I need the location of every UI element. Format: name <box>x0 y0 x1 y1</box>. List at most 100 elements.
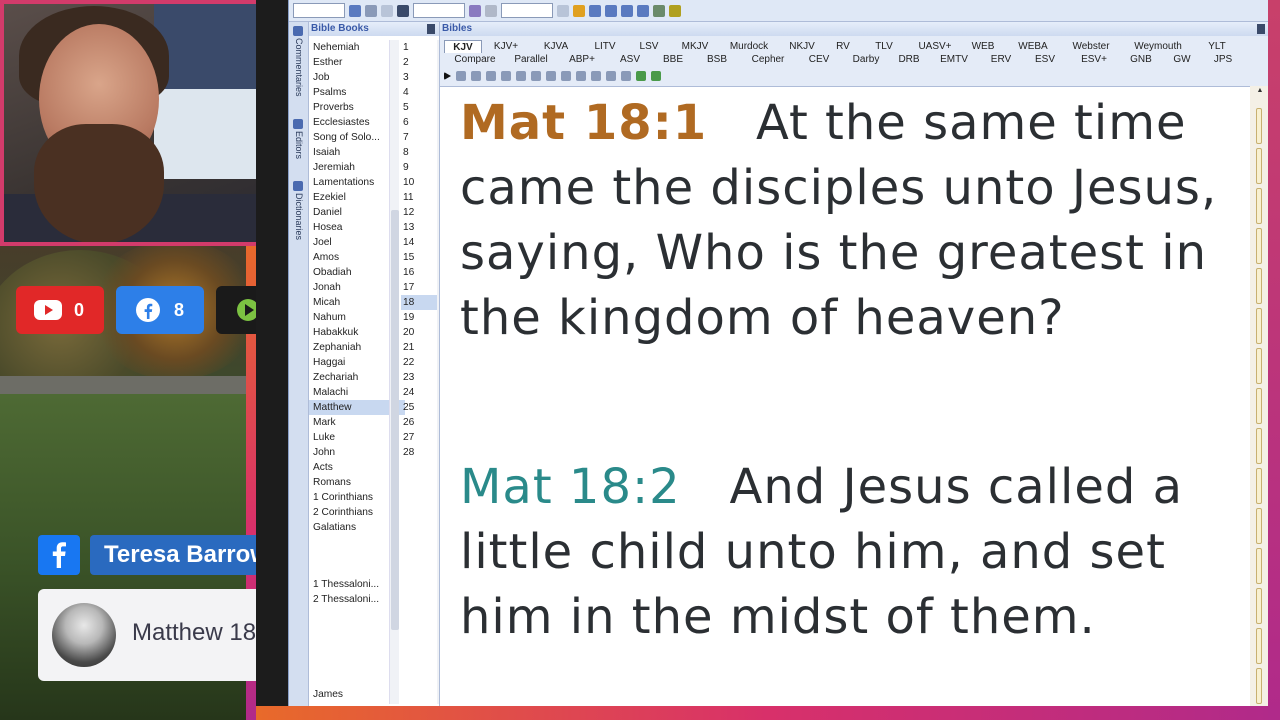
chapter-item[interactable]: 14 <box>401 235 439 250</box>
tab-editors[interactable]: Editors <box>291 117 307 169</box>
layout-icon[interactable] <box>637 4 649 17</box>
chapter-item[interactable]: 27 <box>401 430 439 445</box>
tab-translation[interactable]: ERV <box>980 53 1022 66</box>
chapter-item[interactable]: 7 <box>401 130 439 145</box>
tab-translation[interactable]: DRB <box>890 53 928 66</box>
chapter-item[interactable]: 25 <box>401 400 439 415</box>
chapter-item[interactable]: 18 <box>401 295 439 310</box>
chapter-item[interactable]: 10 <box>401 175 439 190</box>
pin-icon[interactable] <box>427 24 435 34</box>
chapter-item[interactable]: 23 <box>401 370 439 385</box>
tab-translation[interactable]: EMTV <box>928 53 980 66</box>
chapter-item[interactable]: 21 <box>401 340 439 355</box>
verse-reference[interactable]: Mat 18:2 <box>460 459 681 515</box>
search-icon[interactable] <box>397 4 409 17</box>
chapter-item[interactable]: 4 <box>401 85 439 100</box>
copy-icon[interactable] <box>531 71 541 81</box>
tab-translation[interactable]: ESV+ <box>1068 53 1120 66</box>
chapter-item[interactable]: 9 <box>401 160 439 175</box>
tab-translation[interactable]: WEB <box>962 40 1004 53</box>
picture-icon[interactable] <box>653 4 665 17</box>
tab-translation[interactable]: MKJV <box>670 40 720 53</box>
tab-translation[interactable]: GNB <box>1120 53 1162 66</box>
scroll-thumb[interactable] <box>391 210 399 630</box>
tab-translation[interactable]: KJV+ <box>482 40 530 53</box>
find-icon[interactable] <box>486 71 496 81</box>
book-selector[interactable] <box>293 3 345 18</box>
bookmark-marker[interactable] <box>1256 428 1262 464</box>
bookmark-marker[interactable] <box>1256 108 1262 144</box>
tab-translation[interactable]: Parallel <box>506 53 556 66</box>
zoom-icon[interactable] <box>621 71 631 81</box>
chapter-item[interactable]: 5 <box>401 100 439 115</box>
tab-translation[interactable]: GW <box>1162 53 1202 66</box>
browse-icon[interactable] <box>349 4 361 17</box>
pin-icon[interactable] <box>1257 24 1265 34</box>
tab-translation[interactable]: BSB <box>694 53 740 66</box>
chapter-item[interactable]: 3 <box>401 70 439 85</box>
tab-translation[interactable]: BBE <box>652 53 694 66</box>
layout-icon[interactable] <box>605 4 617 17</box>
tab-commentaries[interactable]: Commentaries <box>291 24 307 108</box>
format-icon[interactable] <box>591 71 601 81</box>
zoom-icon[interactable] <box>606 71 616 81</box>
bookmark-marker[interactable] <box>1256 508 1262 544</box>
tab-translation[interactable]: Weymouth <box>1120 40 1196 53</box>
go-icon[interactable] <box>557 4 569 17</box>
tab-translation[interactable]: UASV+ <box>908 40 962 53</box>
copy-icon[interactable] <box>546 71 556 81</box>
bookmark-marker[interactable] <box>1256 388 1262 424</box>
chapter-item[interactable]: 17 <box>401 280 439 295</box>
chapter-item[interactable]: 12 <box>401 205 439 220</box>
bookmark-marker[interactable] <box>1256 148 1262 184</box>
tab-translation[interactable]: ABP+ <box>556 53 608 66</box>
bookmark-marker[interactable] <box>1256 548 1262 584</box>
tab-translation[interactable]: Cepher <box>740 53 796 66</box>
layout-icon[interactable] <box>589 4 601 17</box>
link-icon[interactable] <box>469 4 481 17</box>
tab-translation[interactable]: LITV <box>582 40 628 53</box>
bookmark-marker[interactable] <box>1256 188 1262 224</box>
tab-translation[interactable]: RV <box>826 40 860 53</box>
tab-translation[interactable]: ESV <box>1022 53 1068 66</box>
tab-translation[interactable]: Compare <box>444 53 506 66</box>
chapter-item[interactable]: 22 <box>401 355 439 370</box>
verse-reference[interactable]: Mat 18:1 <box>460 95 707 151</box>
chapter-item[interactable]: 8 <box>401 145 439 160</box>
chapter-item[interactable]: 11 <box>401 190 439 205</box>
tab-translation[interactable]: ASV <box>608 53 652 66</box>
copy-icon[interactable] <box>501 71 511 81</box>
chapter-item[interactable]: 15 <box>401 250 439 265</box>
bookmark-marker[interactable] <box>1256 228 1262 264</box>
books-scrollbar[interactable] <box>389 40 399 704</box>
bookmark-marker[interactable] <box>1256 588 1262 624</box>
highlight-icon[interactable] <box>561 71 571 81</box>
tab-translation[interactable]: Murdock <box>720 40 778 53</box>
chapter-item[interactable]: 24 <box>401 385 439 400</box>
tab-translation[interactable]: WEBA <box>1004 40 1062 53</box>
tab-translation[interactable]: YLT <box>1196 40 1238 53</box>
tab-translation[interactable]: KJVA <box>530 40 582 53</box>
layout-icon[interactable] <box>573 4 585 17</box>
tab-translation[interactable]: CEV <box>796 53 842 66</box>
sync-icon[interactable] <box>636 71 646 81</box>
chapter-item[interactable]: 16 <box>401 265 439 280</box>
bookmark-marker[interactable] <box>1256 268 1262 304</box>
edit-icon[interactable] <box>456 71 466 81</box>
forward-icon[interactable] <box>381 4 393 17</box>
scroll-up-icon[interactable]: ▲ <box>1255 86 1265 96</box>
bookmark-marker[interactable] <box>1256 468 1262 504</box>
chapter-item[interactable]: 28 <box>401 445 439 460</box>
verse-selector[interactable] <box>501 3 553 18</box>
tab-translation[interactable]: Darby <box>842 53 890 66</box>
tab-translation[interactable]: JPS <box>1202 53 1244 66</box>
bookmark-marker[interactable] <box>1256 308 1262 344</box>
erase-icon[interactable] <box>485 4 497 17</box>
chapter-item[interactable]: 26 <box>401 415 439 430</box>
bookmark-marker[interactable] <box>1256 628 1262 664</box>
tab-translation[interactable]: NKJV <box>778 40 826 53</box>
print-icon[interactable] <box>516 71 526 81</box>
chapter-item[interactable]: 6 <box>401 115 439 130</box>
tab-translation[interactable]: LSV <box>628 40 670 53</box>
back-icon[interactable] <box>365 4 377 17</box>
